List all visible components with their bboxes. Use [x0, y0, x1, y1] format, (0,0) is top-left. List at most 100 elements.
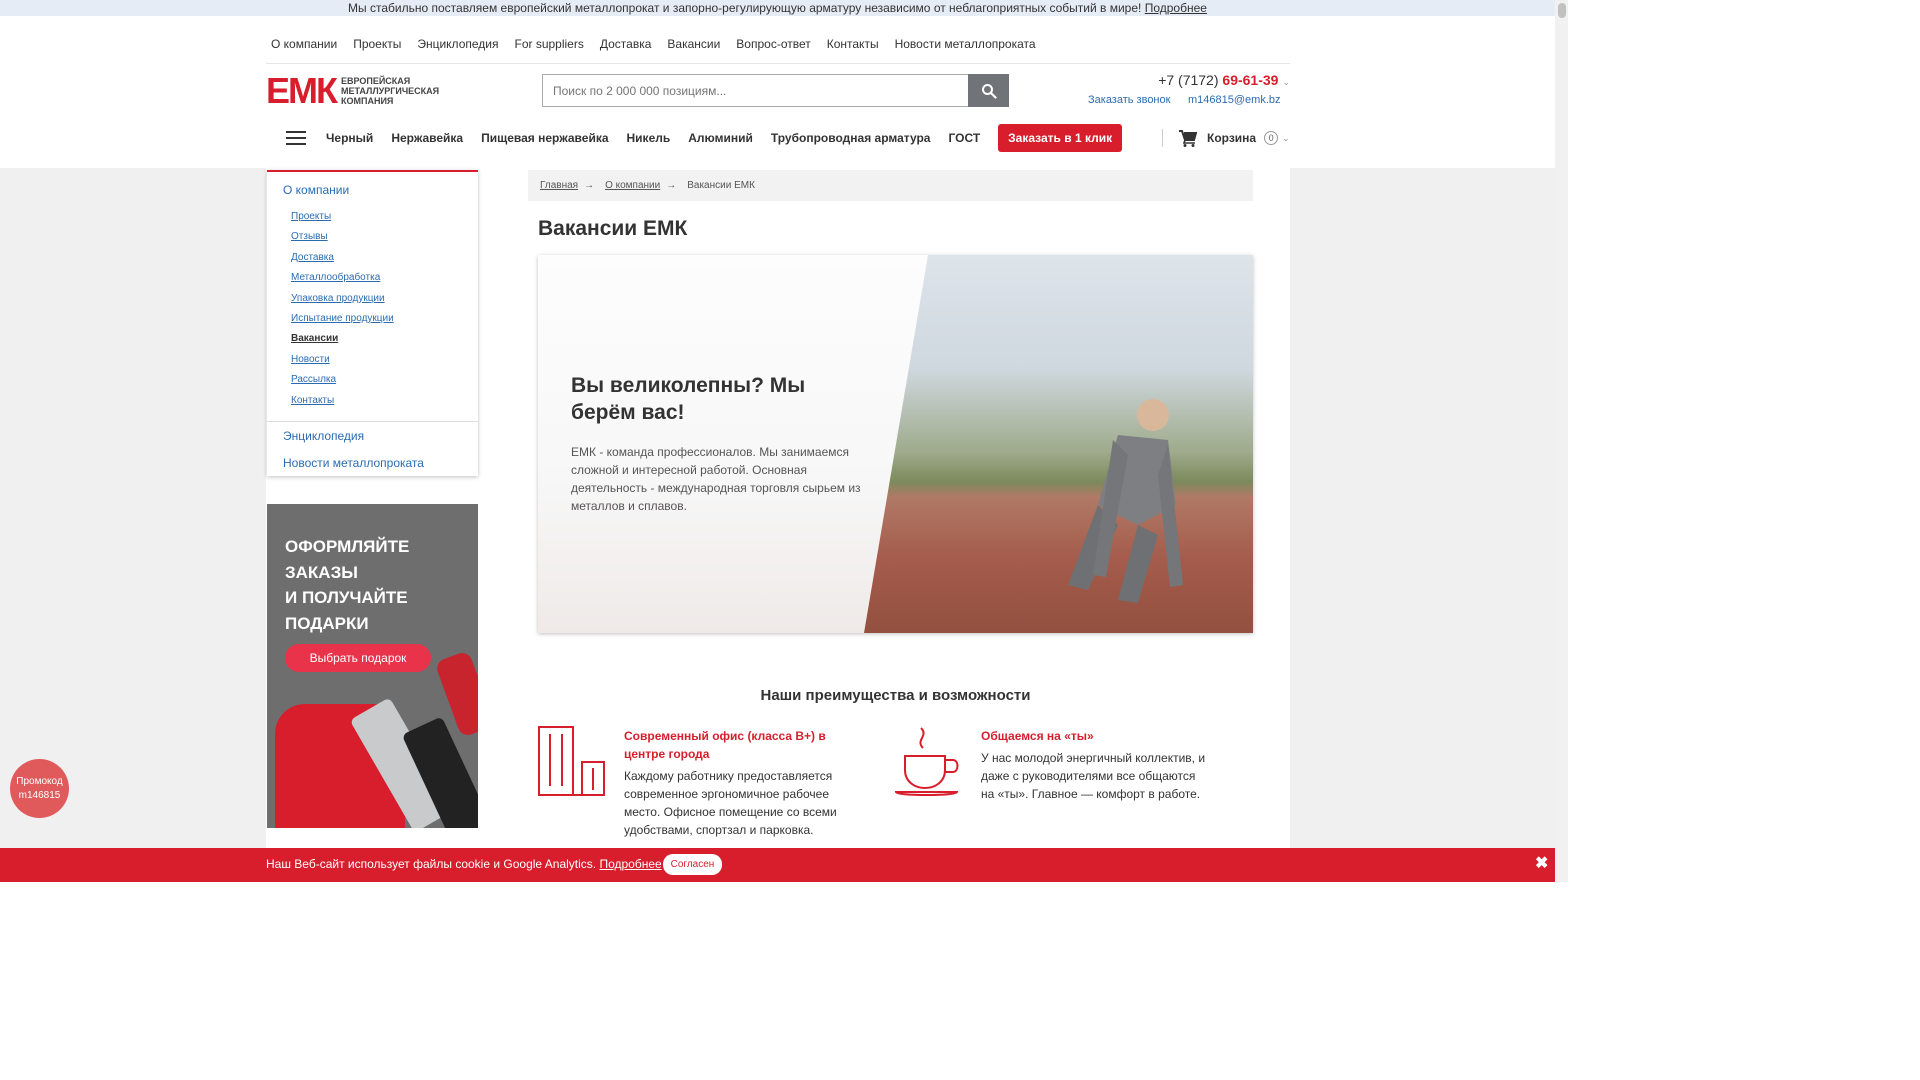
promo-code-label: Промокод: [16, 776, 63, 787]
sidebar-item: Новости: [291, 350, 478, 370]
sidebar-item: Упаковка продукции: [291, 289, 478, 309]
cart-icon: [1179, 129, 1197, 147]
sidebar-item: Контакты: [291, 391, 478, 411]
search-input[interactable]: [542, 74, 968, 107]
sidebar-item-news[interactable]: Новости: [291, 354, 330, 365]
sidebar-item-projects[interactable]: Проекты: [291, 211, 331, 222]
sidebar-item: Металлообработка: [291, 268, 478, 288]
promo-line-4: ПОДАРКИ: [285, 613, 369, 633]
sidebar-item-packaging[interactable]: Упаковка продукции: [291, 293, 385, 304]
cat-stainless[interactable]: Нержавейка: [391, 131, 463, 145]
phone-number[interactable]: +7 (7172) 69-61-39 ⌄: [1158, 72, 1290, 88]
cat-pipeline-valves[interactable]: Трубопроводная арматура: [771, 131, 931, 145]
menu-icon[interactable]: [286, 131, 306, 145]
promo-code-value: m146815: [18, 790, 61, 801]
sidebar-item: Доставка: [291, 248, 478, 268]
phone-prefix: +7 (7172): [1158, 72, 1223, 88]
topnav-faq[interactable]: Вопрос-ответ: [728, 37, 818, 51]
cart-count: 0: [1264, 131, 1279, 145]
sidebar-head[interactable]: О компании: [267, 172, 478, 207]
advantage-informal-text: Общаемся на «ты» У нас молодой энергичны…: [981, 727, 1211, 803]
promo-line-1: ОФОРМЛЯЙТЕ: [285, 537, 410, 556]
logo-line-1: Европейская: [340, 76, 411, 86]
hero-banner: Вы великолепны? Мы берём вас! ЕМК - кома…: [538, 255, 1253, 633]
choose-gift-button[interactable]: Выбрать подарок: [285, 644, 431, 672]
topnav-suppliers[interactable]: For suppliers: [506, 37, 591, 51]
sidebar-item: Проекты: [291, 207, 478, 227]
arrow-right-icon: →: [666, 180, 677, 191]
office-building-icon: [538, 726, 605, 796]
logo-line-2: металлургическая: [340, 86, 440, 96]
cat-gost[interactable]: ГОСТ: [948, 131, 980, 145]
advantage-office-description: Каждому работнику предоставляется соврем…: [624, 769, 837, 837]
email-link[interactable]: m146815@emk.bz: [1188, 94, 1281, 106]
sidebar-item: Вакансии: [291, 329, 478, 349]
top-navigation: О компании Проекты Энциклопедия For supp…: [266, 24, 1290, 64]
announcement-more-link[interactable]: Подробнее: [1145, 1, 1207, 15]
advantage-informal: [894, 726, 961, 803]
sidebar-item-reviews[interactable]: Отзывы: [291, 231, 328, 242]
topnav-about[interactable]: О компании: [266, 37, 345, 51]
promo-line-3: И ПОЛУЧАЙТЕ: [285, 588, 408, 607]
page-scrollbar[interactable]: [1555, 0, 1568, 882]
sidebar-item-testing[interactable]: Испытание продукции: [291, 313, 394, 324]
arrow-right-icon: →: [584, 180, 595, 191]
advantage-informal-title: Общаемся на «ты»: [981, 729, 1094, 743]
chevron-down-icon[interactable]: ⌄: [1282, 133, 1290, 144]
businessman-start-image: [1068, 399, 1183, 603]
cart[interactable]: Корзина 0 ⌄: [1162, 129, 1290, 147]
topnav-contacts[interactable]: Контакты: [819, 37, 887, 51]
logo-mark: ЕМК: [266, 70, 338, 111]
search-bar: [542, 74, 1009, 107]
breadcrumb: Главная → О компании → Вакансии ЕМК: [528, 170, 1253, 201]
breadcrumb-current: Вакансии ЕМК: [687, 180, 755, 191]
chevron-down-icon[interactable]: ⌄: [1282, 77, 1290, 87]
promo-text: ОФОРМЛЯЙТЕ ЗАКАЗЫ И ПОЛУЧАЙТЕ ПОДАРКИ: [285, 534, 409, 636]
cat-food-stainless[interactable]: Пищевая нержавейка: [481, 131, 608, 145]
promo-banner[interactable]: ОФОРМЛЯЙТЕ ЗАКАЗЫ И ПОЛУЧАЙТЕ ПОДАРКИ Вы…: [267, 504, 478, 828]
cat-aluminium[interactable]: Алюминий: [688, 131, 753, 145]
sidebar-item: Испытание продукции: [291, 309, 478, 329]
topnav-vacancies[interactable]: Вакансии: [659, 37, 728, 51]
topnav-encyclopedia[interactable]: Энциклопедия: [409, 37, 506, 51]
sidebar-item: Рассылка: [291, 370, 478, 390]
cart-label: Корзина: [1207, 131, 1257, 145]
search-button[interactable]: [968, 74, 1009, 107]
topnav-news[interactable]: Новости металлопроката: [887, 37, 1044, 51]
topnav-projects[interactable]: Проекты: [345, 37, 409, 51]
catalog-navigation: Черный Нержавейка Пищевая нержавейка Ник…: [266, 120, 1290, 156]
sidebar-section-news[interactable]: Новости металлопроката: [267, 449, 478, 476]
search-icon: [981, 83, 997, 99]
logo-text: Европейская металлургическая компания: [341, 76, 439, 106]
breadcrumb-about[interactable]: О компании: [605, 180, 660, 191]
cat-nickel[interactable]: Никель: [627, 131, 671, 145]
cookie-banner: Наш Веб-сайт использует файлы cookie и G…: [0, 848, 1555, 882]
logo-line-3: компания: [340, 96, 394, 106]
hero-title: Вы великолепны? Мы берём вас!: [571, 374, 806, 424]
sidebar-item-metalworking[interactable]: Металлообработка: [291, 272, 380, 283]
hero-text: ЕМК - команда профессионалов. Мы занимае…: [571, 445, 861, 513]
topnav-delivery[interactable]: Доставка: [592, 37, 660, 51]
cookie-text: Наш Веб-сайт использует файлы cookie и G…: [266, 857, 597, 871]
cookie-agree-button[interactable]: Согласен: [663, 854, 722, 875]
close-icon[interactable]: ✖: [1535, 853, 1548, 873]
promo-line-2: ЗАКАЗЫ: [285, 562, 358, 582]
cookie-text-wrap: Наш Веб-сайт использует файлы cookie и G…: [266, 857, 662, 871]
callback-link[interactable]: Заказать звонок: [1088, 94, 1170, 106]
sidebar-section-encyclopedia[interactable]: Энциклопедия: [267, 422, 478, 449]
cat-black[interactable]: Черный: [326, 131, 373, 145]
sidebar-item-contacts[interactable]: Контакты: [291, 395, 334, 406]
sidebar-item-delivery[interactable]: Доставка: [291, 252, 334, 263]
company-logo[interactable]: ЕМК Европейская металлургическая компани…: [266, 70, 466, 111]
advantage-office: [538, 726, 606, 801]
sidebar-item-newsletter[interactable]: Рассылка: [291, 374, 336, 385]
promo-code-badge[interactable]: Промокод m146815: [10, 759, 69, 818]
cookie-more-link[interactable]: Подробнее: [599, 857, 661, 871]
one-click-order-button[interactable]: Заказать в 1 клик: [998, 124, 1123, 152]
page-title: Вакансии ЕМК: [538, 217, 688, 240]
sidebar-item-vacancies[interactable]: Вакансии: [291, 333, 338, 344]
announcement-bar: Мы стабильно поставляем европейский мета…: [0, 0, 1555, 16]
breadcrumb-home[interactable]: Главная: [540, 180, 578, 191]
phone-main: 69-61-39: [1222, 72, 1279, 88]
scrollbar-thumb[interactable]: [1558, 3, 1566, 18]
